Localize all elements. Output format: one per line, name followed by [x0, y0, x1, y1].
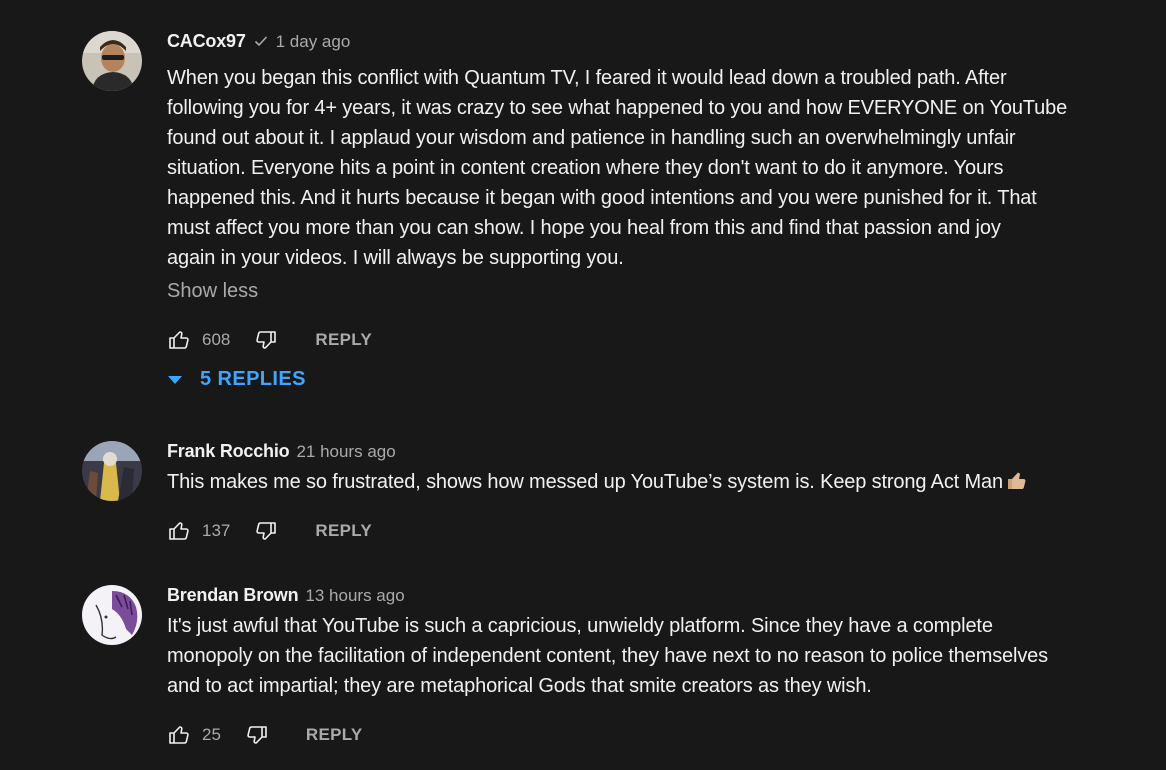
- dislike-icon[interactable]: [254, 328, 278, 352]
- comment-timestamp[interactable]: 13 hours ago: [305, 586, 404, 606]
- reply-button[interactable]: REPLY: [306, 725, 363, 745]
- author-name[interactable]: Brendan Brown: [167, 585, 299, 606]
- avatar-photo-icon: [82, 441, 142, 501]
- comment-text-line: found out about it. I applaud your wisdo…: [167, 127, 1016, 149]
- dislike-icon[interactable]: [254, 519, 278, 543]
- comment-actions: 608 REPLY: [167, 324, 1127, 356]
- comment-text-line: When you began this conflict with Quantu…: [167, 67, 1007, 89]
- comment-text: This makes me so frustrated, shows how m…: [167, 467, 1127, 497]
- dislike-icon[interactable]: [245, 723, 269, 747]
- avatar[interactable]: [82, 441, 142, 501]
- avatar[interactable]: [82, 585, 142, 645]
- comment-text-line: and to act impartial; they are metaphori…: [167, 675, 872, 697]
- comment-text-line: situation. Everyone hits a point in cont…: [167, 157, 1004, 179]
- comment-text-content: This makes me so frustrated, shows how m…: [167, 471, 1003, 493]
- comment-text-line: This makes me so frustrated, shows how m…: [167, 467, 1127, 497]
- comment-timestamp[interactable]: 1 day ago: [276, 32, 351, 52]
- avatar-photo-icon: [82, 31, 142, 91]
- comment-text-line: monopoly on the facilitation of independ…: [167, 645, 1048, 667]
- like-icon[interactable]: [167, 328, 191, 352]
- comment-timestamp[interactable]: 21 hours ago: [296, 442, 395, 462]
- avatar[interactable]: [82, 31, 142, 91]
- like-count: 25: [202, 725, 221, 744]
- show-less-button[interactable]: Show less: [167, 280, 258, 303]
- like-icon[interactable]: [167, 723, 191, 747]
- caret-down-icon: [167, 372, 183, 388]
- like-count: 608: [202, 330, 231, 349]
- author-name[interactable]: Frank Rocchio: [167, 441, 290, 462]
- comment-actions: 25 REPLY: [167, 719, 1127, 751]
- comment-text: It's just awful that YouTube is such a c…: [167, 611, 1127, 701]
- comment-text-line: again in your videos. I will always be s…: [167, 247, 624, 269]
- reply-button[interactable]: REPLY: [315, 330, 372, 350]
- comment-text-line: It's just awful that YouTube is such a c…: [167, 615, 993, 637]
- comment-text-line: must affect you more than you can show. …: [167, 217, 1001, 239]
- comment-actions: 137 REPLY: [167, 515, 1127, 547]
- author-name[interactable]: CACox97: [167, 31, 246, 52]
- like-count: 137: [202, 521, 231, 540]
- comment-text-line: happened this. And it hurts because it b…: [167, 187, 1037, 209]
- view-replies-button[interactable]: 5 REPLIES: [167, 368, 1127, 391]
- verified-check-icon: [253, 33, 269, 49]
- reply-button[interactable]: REPLY: [315, 521, 372, 541]
- replies-count-label: 5 REPLIES: [200, 368, 306, 390]
- comment-text-line: following you for 4+ years, it was crazy…: [167, 97, 1068, 119]
- like-icon[interactable]: [167, 519, 191, 543]
- thumbs-up-emoji-icon: [1005, 468, 1029, 492]
- comment-text: When you began this conflict with Quantu…: [167, 63, 1127, 273]
- avatar-drawing-icon: [82, 585, 142, 645]
